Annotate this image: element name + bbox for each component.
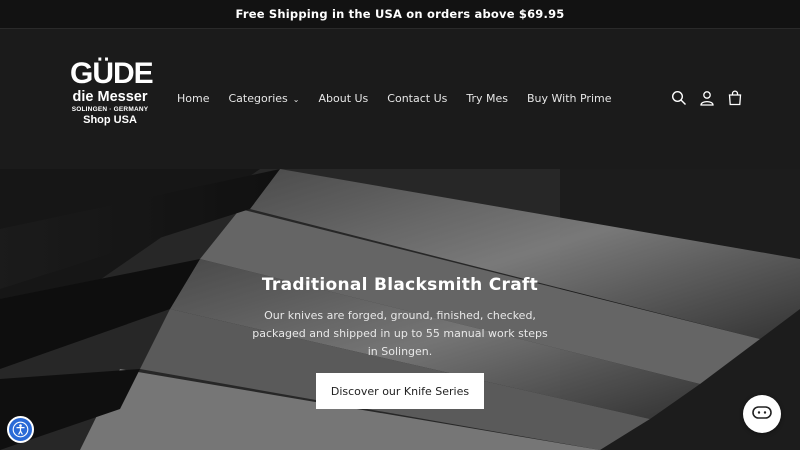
account-icon[interactable] <box>697 88 717 108</box>
nav-categories-label: Categories <box>228 92 288 105</box>
search-icon[interactable] <box>669 88 689 108</box>
hero-banner: Traditional Blacksmith Craft Our knives … <box>0 169 800 450</box>
nav-try[interactable]: Try Mes <box>466 92 508 105</box>
nav-categories[interactable]: Categories ⌄ <box>228 92 299 105</box>
nav-prime-label: Buy With Prime <box>527 92 612 105</box>
logo-line3: Shop USA <box>83 114 137 126</box>
cart-icon[interactable] <box>725 88 745 108</box>
nav-about[interactable]: About Us <box>318 92 368 105</box>
main-nav: Home Categories ⌄ About Us Contact Us Try… <box>177 92 631 105</box>
nav-home-label: Home <box>177 92 210 105</box>
accessibility-icon[interactable] <box>7 416 34 443</box>
nav-contact-label: Contact Us <box>387 92 448 105</box>
hero-title: Traditional Blacksmith Craft <box>261 275 539 295</box>
announcement-text: Free Shipping in the USA on orders above… <box>235 7 565 21</box>
logo-line2: SOLINGEN · GERMANY <box>71 106 149 113</box>
nav-about-label: About Us <box>318 92 369 105</box>
chevron-down-icon: ⌄ <box>292 95 300 104</box>
nav-prime[interactable]: Buy With Prime <box>527 92 612 105</box>
site-header: GÜDE die Messer SOLINGEN · GERMANY Shop … <box>0 29 800 169</box>
logo[interactable]: GÜDE die Messer SOLINGEN · GERMANY Shop … <box>70 57 154 127</box>
nav-home[interactable]: Home <box>177 92 209 105</box>
logo-mark: GÜDE <box>70 57 154 90</box>
nav-contact[interactable]: Contact Us <box>387 92 447 105</box>
discover-knife-series-button[interactable]: Discover our Knife Series <box>316 373 484 409</box>
hero-description: Our knives are forged, ground, finished,… <box>252 309 548 358</box>
chat-icon[interactable] <box>743 395 781 433</box>
announcement-bar: Free Shipping in the USA on orders above… <box>0 0 800 29</box>
nav-try-label: Try Mes <box>466 92 508 105</box>
header-icons <box>661 88 745 108</box>
logo-line1: die Messer <box>72 89 148 105</box>
